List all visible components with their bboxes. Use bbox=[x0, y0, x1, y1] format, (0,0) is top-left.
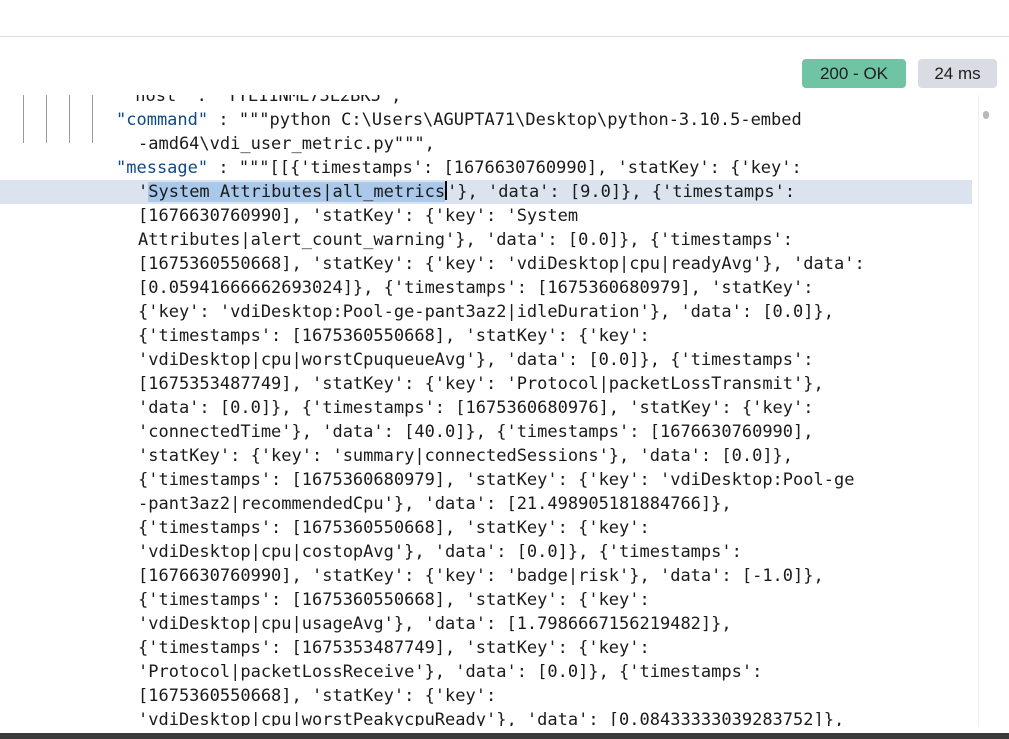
json-value: : """python C:\Users\AGUPTA71\Desktop\py… bbox=[208, 110, 802, 130]
code-line-text: -pant3az2|recommendedCpu'}, 'data': [21.… bbox=[138, 494, 732, 514]
code-line-text: [1675353487749], 'statKey': {'key': 'Pro… bbox=[138, 374, 824, 394]
code-line[interactable]: {'timestamps': [1675360550668], 'statKey… bbox=[0, 588, 993, 612]
response-body-editor[interactable]: "host" : "YYL11NML73L2BK5", "command" : "… bbox=[0, 95, 1009, 726]
code-line[interactable]: 'statKey': {'key': 'summary|connectedSes… bbox=[0, 444, 993, 468]
json-key: "command" bbox=[116, 110, 209, 130]
code-line[interactable]: 'vdiDesktop|cpu|worstCpuqueueAvg'}, 'dat… bbox=[0, 348, 993, 372]
editor-scrollbar[interactable] bbox=[978, 95, 995, 726]
response-status-bar: 200 - OK 24 ms bbox=[0, 37, 1009, 95]
code-line-text: {'timestamps': [1675353487749], 'statKey… bbox=[138, 638, 650, 658]
code-line-text: "command" : """python C:\Users\AGUPTA71\… bbox=[116, 108, 802, 132]
code-line-text: "host" : "YYL11NML73L2BK5", bbox=[125, 95, 402, 106]
response-time-badge: 24 ms bbox=[918, 59, 997, 88]
code-line[interactable]: {'timestamps': [1675360550668], 'statKey… bbox=[0, 324, 993, 348]
code-line-text: Attributes|alert_count_warning'}, 'data'… bbox=[138, 230, 794, 250]
code-line-text: 'vdiDesktop|cpu|worstPeakycpuReady'}, 'd… bbox=[138, 710, 845, 726]
code-line-text: 'vdiDesktop|cpu|costopAvg'}, 'data': [0.… bbox=[138, 542, 742, 562]
code-line[interactable]: [1675353487749], 'statKey': {'key': 'Pro… bbox=[0, 372, 993, 396]
code-line[interactable]: -amd64\vdi_user_metric.py""", bbox=[0, 132, 993, 156]
json-key: "message" bbox=[116, 158, 209, 178]
code-line-text: 'Protocol|packetLossReceive'}, 'data': [… bbox=[138, 662, 763, 682]
code-line[interactable]: 'vdiDesktop|cpu|worstPeakycpuReady'}, 'd… bbox=[0, 708, 993, 726]
code-line[interactable]: [1675360550668], 'statKey': {'key': bbox=[0, 684, 993, 708]
code-line[interactable]: [1676630760990], 'statKey': {'key': 'bad… bbox=[0, 564, 993, 588]
code-text-before-selection: ' bbox=[138, 182, 149, 202]
code-line[interactable]: "command" : """python C:\Users\AGUPTA71\… bbox=[0, 108, 993, 132]
code-line[interactable]: -pant3az2|recommendedCpu'}, 'data': [21.… bbox=[0, 492, 993, 516]
code-line[interactable]: "message" : """[[{'timestamps': [1676630… bbox=[0, 156, 993, 180]
code-line-text: 'vdiDesktop|cpu|usageAvg'}, 'data': [1.7… bbox=[138, 614, 732, 634]
code-line-text: 'connectedTime'}, 'data': [40.0]}, {'tim… bbox=[138, 422, 814, 442]
bottom-divider bbox=[0, 733, 1009, 739]
code-line-text: [1675360550668], 'statKey': {'key': 'vdi… bbox=[138, 254, 865, 274]
code-line-text: [1676630760990], 'statKey': {'key': 'bad… bbox=[138, 566, 824, 586]
code-line[interactable]: 'Protocol|packetLossReceive'}, 'data': [… bbox=[0, 660, 993, 684]
code-line-text: {'timestamps': [1675360550668], 'statKey… bbox=[138, 518, 650, 538]
text-selection[interactable]: System Attributes|all_metrics bbox=[148, 182, 446, 202]
code-line-text: 'statKey': {'key': 'summary|connectedSes… bbox=[138, 446, 794, 466]
code-line[interactable]: Attributes|alert_count_warning'}, 'data'… bbox=[0, 228, 993, 252]
status-badge: 200 - OK bbox=[802, 59, 906, 88]
code-line-active[interactable]: 'System Attributes|all_metrics '}, 'data'… bbox=[0, 180, 972, 204]
editor-scrollbar-thumb[interactable] bbox=[983, 111, 989, 119]
code-line-text: -amd64\vdi_user_metric.py""", bbox=[138, 134, 435, 154]
code-line-text: {'timestamps': [1675360550668], 'statKey… bbox=[138, 326, 650, 346]
code-line[interactable]: 'vdiDesktop|cpu|costopAvg'}, 'data': [0.… bbox=[0, 540, 993, 564]
code-line-text: [1676630760990], 'statKey': {'key': 'Sys… bbox=[138, 206, 579, 226]
code-line[interactable]: {'key': 'vdiDesktop:Pool-ge-pant3az2|idl… bbox=[0, 300, 993, 324]
code-line-text: "message" : """[[{'timestamps': [1676630… bbox=[116, 156, 802, 180]
code-line[interactable]: 'data': [0.0]}, {'timestamps': [16753606… bbox=[0, 396, 993, 420]
code-line-text: 'data': [0.0]}, {'timestamps': [16753606… bbox=[138, 398, 814, 418]
code-line-text: {'timestamps': [1675360550668], 'statKey… bbox=[138, 590, 650, 610]
code-line-text: {'key': 'vdiDesktop:Pool-ge-pant3az2|idl… bbox=[138, 302, 834, 322]
code-line-text: 'vdiDesktop|cpu|worstCpuqueueAvg'}, 'dat… bbox=[138, 350, 814, 370]
code-line[interactable]: 'vdiDesktop|cpu|usageAvg'}, 'data': [1.7… bbox=[0, 612, 993, 636]
code-line[interactable]: [1676630760990], 'statKey': {'key': 'Sys… bbox=[0, 204, 993, 228]
code-line[interactable]: {'timestamps': [1675360550668], 'statKey… bbox=[0, 516, 993, 540]
code-line-text: {'timestamps': [1675360680979], 'statKey… bbox=[138, 470, 855, 490]
json-value: : """[[{'timestamps': [1676630760990], '… bbox=[208, 158, 802, 178]
code-line[interactable]: {'timestamps': [1675360680979], 'statKey… bbox=[0, 468, 993, 492]
code-line[interactable]: 'connectedTime'}, 'data': [40.0]}, {'tim… bbox=[0, 420, 993, 444]
code-line[interactable]: "host" : "YYL11NML73L2BK5", bbox=[0, 95, 993, 108]
code-text-after-selection: '}, 'data': [9.0]}, {'timestamps': bbox=[447, 182, 796, 202]
code-line-text: [0.05941666662693024]}, {'timestamps': [… bbox=[138, 278, 814, 298]
code-line[interactable]: [0.05941666662693024]}, {'timestamps': [… bbox=[0, 276, 993, 300]
code-line[interactable]: [1675360550668], 'statKey': {'key': 'vdi… bbox=[0, 252, 993, 276]
code-line[interactable]: {'timestamps': [1675353487749], 'statKey… bbox=[0, 636, 993, 660]
code-line-text: [1675360550668], 'statKey': {'key': bbox=[138, 686, 497, 706]
code-line-text: 'System Attributes|all_metrics '}, 'data'… bbox=[138, 180, 795, 204]
